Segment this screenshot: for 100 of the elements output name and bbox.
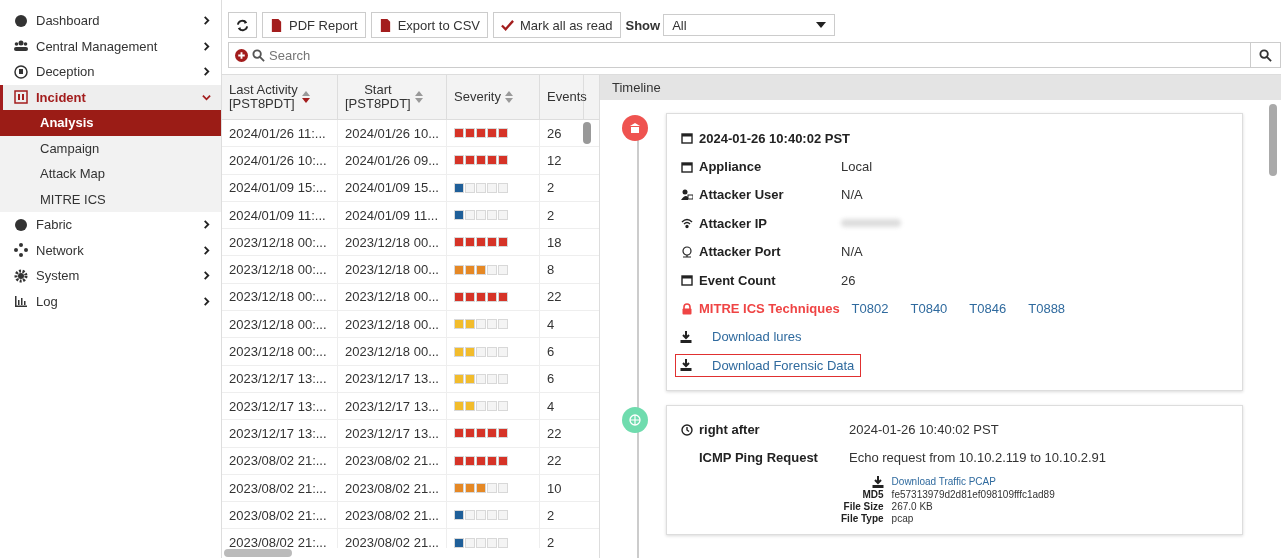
download-link[interactable]: Download Traffic PCAP <box>891 476 1055 487</box>
scrollbar-thumb[interactable] <box>583 122 591 144</box>
calendar-icon <box>681 160 693 173</box>
table-cell: 2023/08/02 21... <box>338 529 447 548</box>
user-icon <box>681 188 693 201</box>
file-label: MD5 <box>861 488 884 500</box>
pdf-button[interactable]: PDF Report <box>262 12 366 38</box>
refresh-button[interactable] <box>228 12 257 38</box>
download-link[interactable]: Download Forensic Data <box>675 353 862 377</box>
file-label: File Type <box>841 512 884 524</box>
severity-square <box>498 428 508 439</box>
sidebar-item[interactable]: Network <box>0 237 221 263</box>
severity-square <box>465 537 475 548</box>
sidebar-item[interactable]: Fabric <box>0 212 221 238</box>
table-cell-text: 4 <box>546 315 556 334</box>
building-icon <box>629 122 641 134</box>
sort-icon <box>301 91 310 103</box>
sidebar-item[interactable]: Central Management <box>0 33 221 59</box>
chevron-right-icon <box>202 220 211 230</box>
event-time: 2024-01-26 10:40:02 PST <box>849 422 999 437</box>
severity-square <box>465 510 475 521</box>
check-button[interactable]: Mark all as read <box>493 12 621 38</box>
table-cell: 2023/08/02 21... <box>338 474 447 502</box>
table-cell: 2024/01/09 11:... <box>222 201 338 229</box>
table-cell: 2024/01/26 11:... <box>222 120 338 147</box>
severity-square <box>465 210 475 221</box>
csv-button[interactable]: Export to CSV <box>370 12 488 38</box>
sidebar-item[interactable]: Incident <box>0 84 221 110</box>
table-cell: 2023/12/18 00... <box>338 229 447 256</box>
file-value: pcap <box>891 512 915 524</box>
severity-square <box>487 210 497 221</box>
search-icon <box>252 48 265 62</box>
scrollbar-thumb[interactable] <box>1269 104 1277 176</box>
table-cell: 2023/12/17 13:... <box>222 420 338 447</box>
table-cell: 2023/08/02 21... <box>338 502 447 529</box>
severity-square <box>487 401 497 412</box>
show-dropdown[interactable]: All <box>663 14 836 36</box>
file-icon <box>378 18 392 32</box>
file-icon <box>270 18 283 32</box>
severity-square <box>465 346 475 357</box>
technique-link[interactable]: T0840 <box>910 301 948 317</box>
column-header[interactable]: Last Activity [PST8PDT] <box>222 75 338 119</box>
sidebar-subitem[interactable]: Analysis <box>0 110 221 136</box>
calendar-icon <box>681 132 693 145</box>
wifi-icon <box>681 217 693 230</box>
severity-square <box>487 128 497 139</box>
column-header[interactable]: Start [PST8PDT] <box>338 75 447 119</box>
table-cell: 2024/01/26 10:... <box>222 147 338 174</box>
table-cell: 2023/12/18 00... <box>338 256 447 283</box>
table-cell-text: 8 <box>546 261 556 280</box>
file-value: fe57313979d2d81ef098109fffc1ad89 <box>891 488 1055 500</box>
download-link[interactable]: Download lures <box>675 325 809 349</box>
severity-square <box>487 291 497 302</box>
download-icon <box>680 359 692 372</box>
severity-square <box>487 155 497 166</box>
severity-square <box>476 428 486 439</box>
download-icon <box>680 330 692 343</box>
technique-link[interactable]: T0846 <box>969 301 1007 317</box>
severity-square <box>476 401 486 412</box>
sidebar-item[interactable]: Log <box>0 288 221 314</box>
severity-square <box>476 182 486 193</box>
severity-square <box>487 264 497 275</box>
severity-square <box>498 155 508 166</box>
severity-square <box>498 537 508 548</box>
timeline-header: Timeline <box>600 75 1281 100</box>
table-cell-text: 22 <box>546 424 563 443</box>
scrollbar-thumb[interactable] <box>224 549 292 557</box>
table-cell-text: 2 <box>546 506 556 525</box>
sidebar-item[interactable]: Deception <box>0 59 221 85</box>
sidebar-subitem[interactable]: Attack Map <box>0 161 221 187</box>
caret-icon <box>816 22 827 28</box>
sidebar-subitem[interactable]: MITRE ICS <box>0 186 221 212</box>
severity-square <box>498 510 508 521</box>
sort-icon <box>504 91 513 103</box>
field-value: N/A <box>841 244 863 260</box>
search-field[interactable]: Search <box>269 47 1244 63</box>
field-label: Appliance <box>699 159 763 175</box>
sidebar-subitem[interactable]: Campaign <box>0 135 221 161</box>
table-cell: 2023/08/02 21... <box>338 447 447 474</box>
severity-square <box>498 291 508 302</box>
file-label: File Size <box>842 500 884 512</box>
severity-square <box>498 346 508 357</box>
severity-square <box>498 319 508 330</box>
search-bar[interactable]: Search <box>228 42 1251 68</box>
technique-link[interactable]: T0802 <box>851 301 889 317</box>
severity-square <box>487 237 497 248</box>
column-header[interactable]: Severity <box>447 75 540 119</box>
sidebar-item[interactable]: Dashboard <box>0 8 221 34</box>
event-name: ICMP Ping Request <box>699 450 818 465</box>
sidebar-item[interactable]: System <box>0 263 221 289</box>
technique-link[interactable]: T0888 <box>1028 301 1066 317</box>
table-cell: 2023/12/18 00:... <box>222 311 338 338</box>
table-cell: 2023/12/18 00:... <box>222 338 338 365</box>
table-cell: 2023/12/17 13:... <box>222 392 338 420</box>
file-value: 267.0 KB <box>891 500 934 512</box>
severity-square <box>476 510 486 521</box>
search-button[interactable] <box>1251 42 1281 68</box>
table-cell: 2023/12/17 13:... <box>222 365 338 392</box>
severity-square <box>476 346 486 357</box>
severity-square <box>476 373 486 384</box>
